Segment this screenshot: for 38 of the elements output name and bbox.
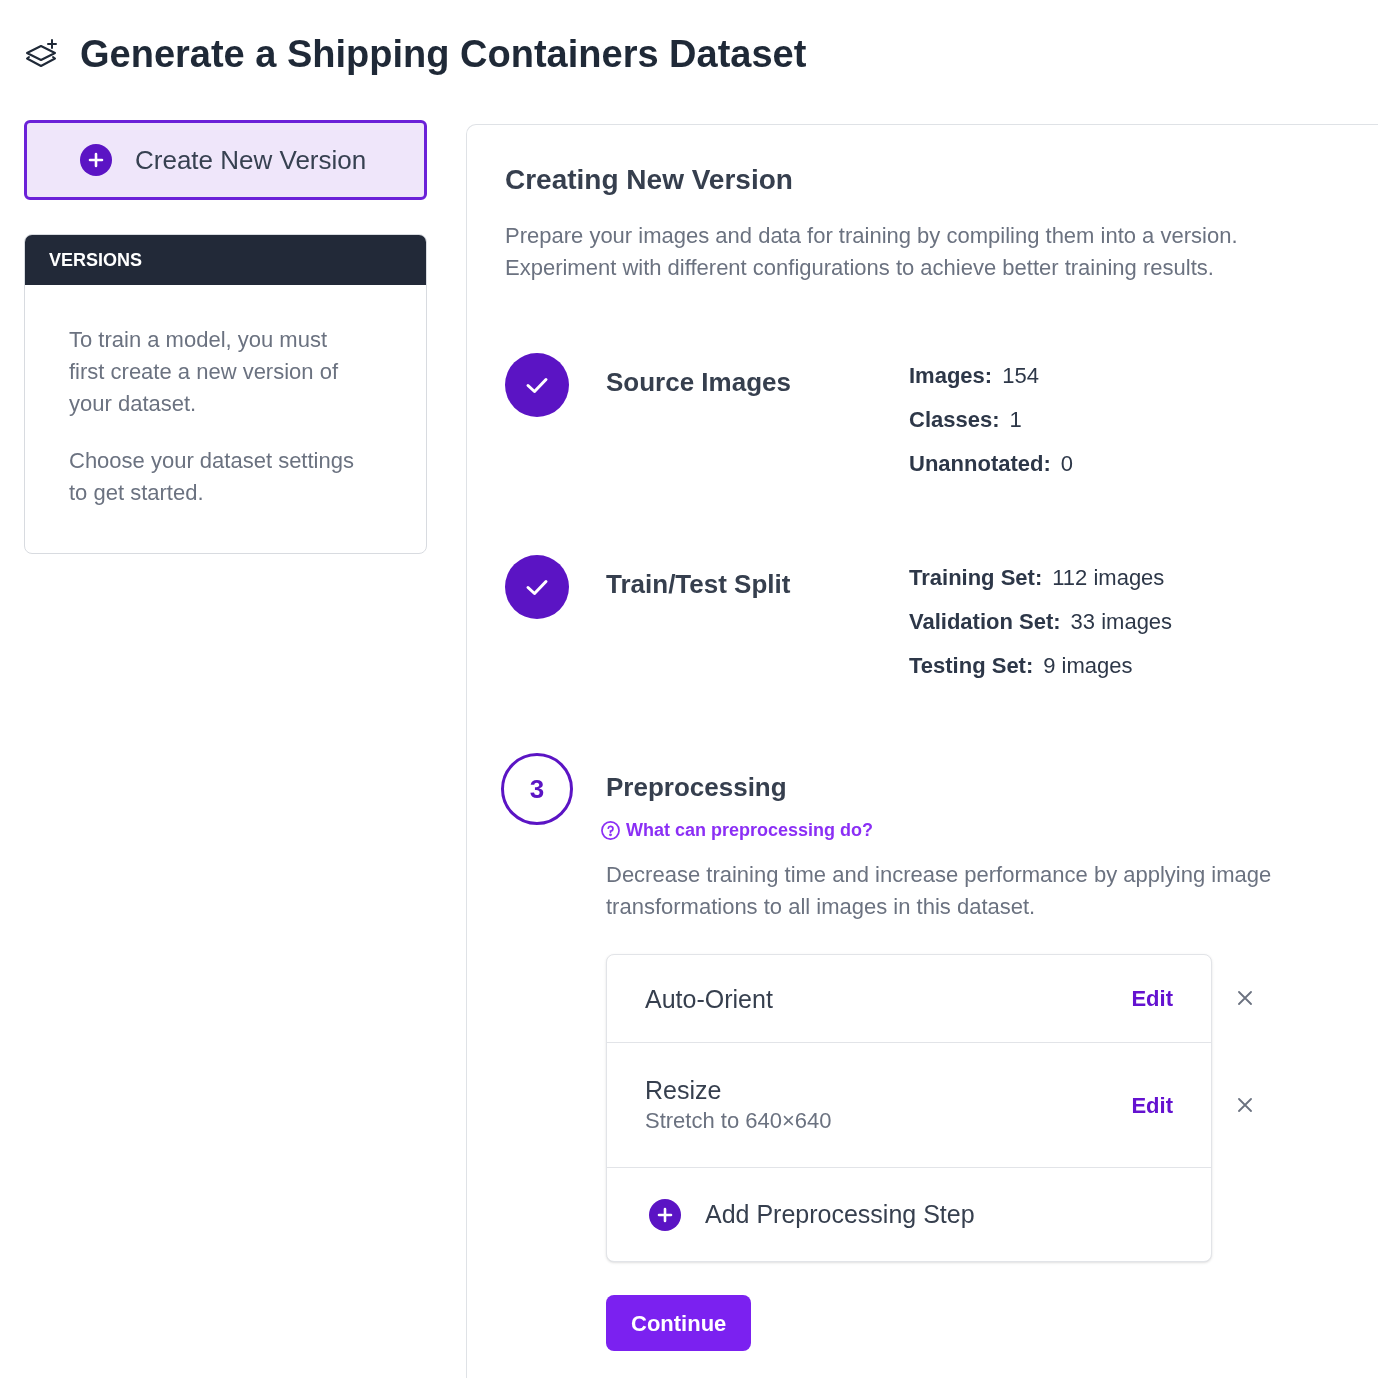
stat-label: Unannotated: xyxy=(909,449,1051,478)
step-title: Source Images xyxy=(606,366,792,399)
transform-name: Resize xyxy=(645,1075,723,1106)
panel-description: Prepare your images and data for training by compiling them into a version. Experiment with different configurations to achieve better training results. xyxy=(505,222,1239,282)
plus-icon xyxy=(80,144,112,176)
versions-header: VERSIONS xyxy=(25,235,426,285)
stat-label: Images: xyxy=(909,361,993,390)
step-description: Decrease training time and increase performance by applying image transformations to all images in this dataset. xyxy=(606,861,1273,921)
edit-link[interactable]: Edit xyxy=(1131,1088,1173,1122)
help-link[interactable]: What can preprocessing do? xyxy=(601,817,874,843)
step-number: 3 xyxy=(501,753,573,825)
create-version-button[interactable]: Create New Version xyxy=(24,120,427,200)
versions-hint: To train a model, you must first create a new version of your dataset. xyxy=(69,326,339,418)
add-step-button[interactable]: Add Preprocessing Step xyxy=(607,1167,1211,1261)
step-title: Train/Test Split xyxy=(606,568,792,601)
stat-value: 154 xyxy=(1002,361,1039,390)
stat-value: 112 images xyxy=(1052,563,1165,592)
stat-label: Training Set: xyxy=(909,563,1043,592)
plus-icon xyxy=(649,1198,681,1231)
page-title: Generate a Shipping Containers Dataset xyxy=(80,32,807,77)
layers-icon xyxy=(24,38,60,70)
step-title: Preprocessing xyxy=(606,771,788,804)
edit-link[interactable]: Edit xyxy=(1131,982,1173,1015)
transform-name: Auto-Orient xyxy=(645,983,773,1015)
close-icon[interactable] xyxy=(1238,991,1252,1005)
help-icon xyxy=(601,820,620,840)
stat-label: Classes: xyxy=(909,405,1000,434)
continue-button[interactable]: Continue xyxy=(606,1295,752,1351)
stat-label: Validation Set: xyxy=(909,607,1061,636)
stat-label: Testing Set: xyxy=(909,651,1034,680)
panel-heading: Creating New Version xyxy=(505,163,793,197)
stat-value: 9 images xyxy=(1043,651,1133,680)
stat-value: 1 xyxy=(1009,405,1022,434)
transform-detail: Stretch to 640×640 xyxy=(645,1107,832,1135)
stat-value: 0 xyxy=(1060,449,1073,478)
stat-value: 33 images xyxy=(1070,607,1173,636)
close-icon[interactable] xyxy=(1238,1097,1252,1112)
versions-hint: Choose your dataset settings to get started. xyxy=(69,447,355,507)
